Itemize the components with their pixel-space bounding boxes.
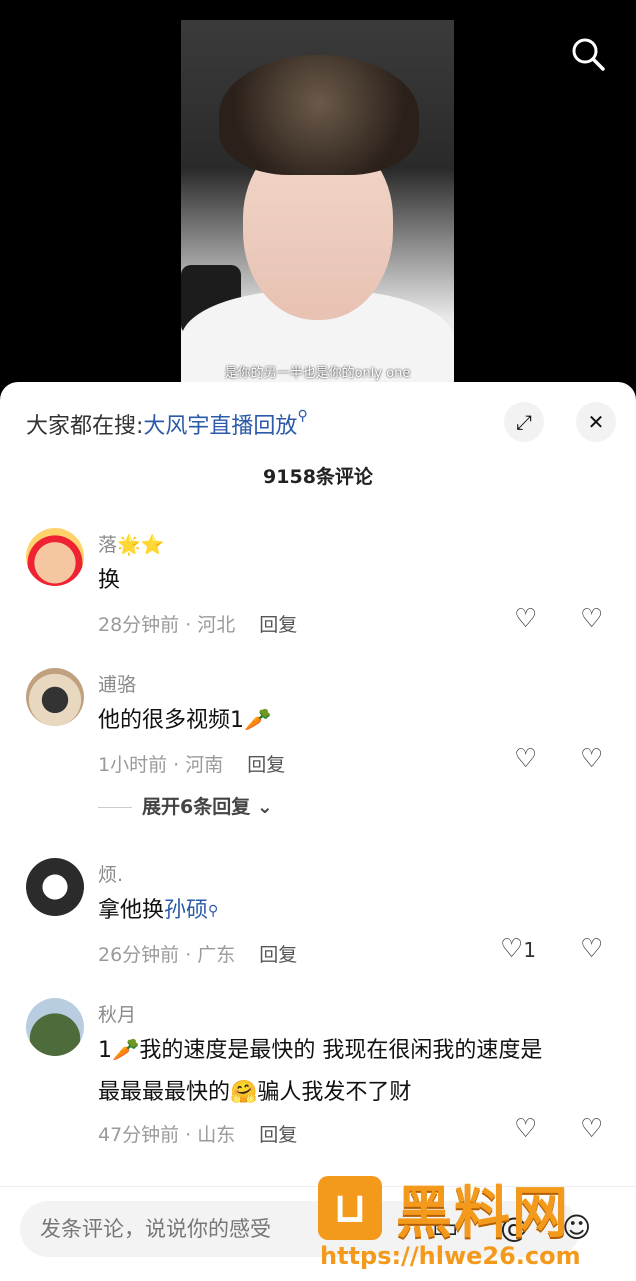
reply-button[interactable]: 回复 [259,614,297,636]
expand-replies-label: 展开6条回复 [142,796,251,818]
reply-button[interactable]: 回复 [259,1124,297,1146]
hot-search[interactable]: 大家都在搜:大风宇直播回放⚲ [26,408,308,440]
comment-search-link[interactable]: 孙硕 [164,898,208,923]
watermark: ⊔ 黑料网 https://hlwe26.com [318,1168,634,1278]
hot-search-keyword[interactable]: 大风宇直播回放 [143,414,297,439]
video-frame: 是你的另一半也是你的only one [181,20,454,392]
comment-username[interactable]: 逋骆 [98,670,136,697]
dislike-icon[interactable]: ♡ [580,744,603,774]
expand-icon: ⤢ [516,410,532,434]
comment-username[interactable]: 烦. [98,860,123,887]
comment-text: 换 [98,568,121,593]
person-hair [219,55,419,175]
close-icon: ✕ [587,410,605,434]
like-icon[interactable]: ♡ [514,604,537,634]
dislike-icon[interactable]: ♡ [580,1114,603,1144]
avatar[interactable] [26,668,84,726]
watermark-text: 黑料网 [396,1181,570,1246]
like-button[interactable]: ♡1 [500,934,536,964]
avatar[interactable] [26,858,84,916]
expand-button[interactable]: ⤢ [504,402,544,442]
comment-text: 拿他换 [98,898,165,923]
comment-time: 28分钟前 · 河北 [98,614,236,636]
comment-text: 1🥕我的速度是最快的 我现在很闲我的速度是 最最最最快的🤗骗人我发不了财 [98,1030,608,1114]
comment-username[interactable]: 落🌟⭐ [98,530,164,557]
search-small-icon: ⚲ [297,408,308,424]
comment-sheet: 大家都在搜:大风宇直播回放⚲ ⤢ ✕ 9158条评论 落🌟⭐ 换 28分钟前 ·… [0,382,636,1281]
comment-time: 47分钟前 · 山东 [98,1124,236,1146]
reply-button[interactable]: 回复 [247,754,285,776]
search-small-icon: ⚲ [208,903,219,919]
divider-line [98,807,132,808]
reply-button[interactable]: 回复 [259,944,297,966]
comment-username[interactable]: 秋月 [98,1000,136,1027]
watermark-url: https://hlwe26.com [320,1242,581,1270]
comment-text: 他的很多视频1🥕 [98,708,272,733]
comment-time: 1小时前 · 河南 [98,754,224,776]
comments-count: 9158条评论 [263,466,373,488]
expand-replies[interactable]: 展开6条回复 ⌄ [98,792,273,819]
comment-time: 26分钟前 · 广东 [98,944,236,966]
dislike-icon[interactable]: ♡ [580,934,603,964]
like-icon[interactable]: ♡ [514,1114,537,1144]
video-player[interactable]: 是你的另一半也是你的only one [0,0,636,400]
video-subtitle: 是你的另一半也是你的only one [224,366,411,381]
hot-search-prefix: 大家都在搜: [26,414,144,439]
like-icon: ♡ [500,934,524,964]
close-button[interactable]: ✕ [576,402,616,442]
search-icon[interactable] [568,34,608,74]
chevron-down-icon: ⌄ [256,796,273,818]
comment-text-line: 最最最最快的🤗骗人我发不了财 [98,1080,412,1105]
avatar[interactable] [26,998,84,1056]
avatar[interactable] [26,528,84,586]
like-icon[interactable]: ♡ [514,744,537,774]
watermark-logo-icon: ⊔ [318,1176,382,1240]
comment-text-line: 1🥕我的速度是最快的 我现在很闲我的速度是 [98,1038,543,1063]
like-count: 1 [523,938,537,962]
dislike-icon[interactable]: ♡ [580,604,603,634]
